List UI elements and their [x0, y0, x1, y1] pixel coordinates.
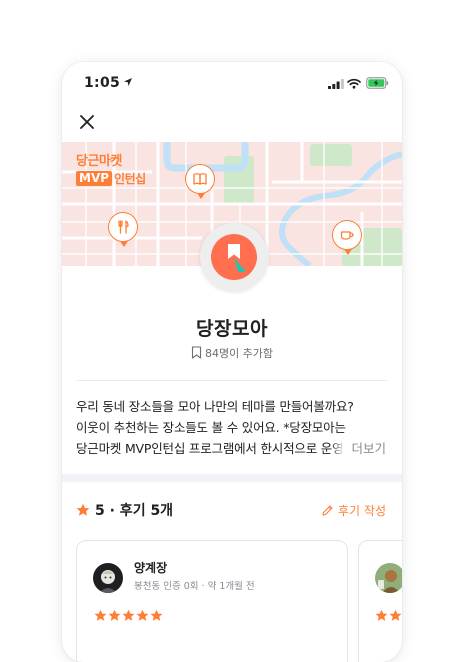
map-pin-restaurant[interactable]	[108, 212, 138, 247]
brand-name: 당근마켓	[76, 154, 122, 169]
pencil-icon	[322, 505, 333, 516]
section-divider	[62, 474, 402, 482]
more-button[interactable]: 더보기	[331, 438, 386, 459]
star-icon	[375, 609, 388, 621]
map-pin-book[interactable]	[185, 164, 215, 199]
rating-summary: 5 · 후기 5개	[76, 500, 173, 520]
reviewer-name: 양계장	[134, 561, 168, 575]
adds-count-label: 84명이 추가함	[204, 347, 274, 360]
fork-knife-icon	[118, 220, 129, 234]
close-button[interactable]	[76, 111, 98, 133]
location-arrow-icon	[124, 78, 132, 86]
description-line: 이웃이 추천하는 장소들도 볼 수 있어요. *당장모아는	[76, 420, 346, 435]
user-avatar-icon	[375, 563, 402, 593]
brand-logo: 당근마켓 MVP 인턴십	[76, 154, 146, 187]
status-bar: 1:05	[62, 62, 402, 104]
user-avatar-icon	[93, 563, 123, 593]
star-icon	[389, 609, 402, 621]
cellular-signal-icon	[328, 79, 344, 89]
reviewer-meta: 봉천동 인증 0회 · 약 1개월 전	[134, 581, 255, 592]
map-pin-cafe[interactable]	[332, 220, 362, 255]
avatar	[375, 563, 402, 593]
bookmark-outline-icon	[191, 346, 202, 359]
wifi-icon	[347, 78, 361, 89]
star-icon	[136, 609, 149, 621]
bookmark-icon	[228, 244, 246, 272]
write-review-label: 후기 작성	[338, 504, 386, 518]
status-time: 1:05	[84, 75, 121, 91]
adds-count: 84명이 추가함	[62, 345, 402, 361]
review-card[interactable]	[358, 540, 402, 662]
battery-charging-icon	[366, 77, 389, 89]
phone-frame: 1:05 당근마켓 MVP 인턴십 당장모아 84명이 추가함 우리 동네 장소…	[62, 62, 402, 662]
star-icon	[76, 503, 90, 516]
star-icon	[108, 609, 121, 621]
coffee-icon	[340, 231, 354, 240]
star-icon	[150, 609, 163, 621]
brand-intern-label: 인턴십	[114, 172, 146, 186]
theme-badge	[200, 223, 268, 291]
review-stars	[375, 609, 402, 622]
book-icon	[193, 173, 207, 185]
brand-mvp-badge: MVP	[76, 171, 113, 186]
avatar	[93, 563, 123, 593]
review-stars	[94, 609, 163, 622]
review-card[interactable]: 양계장 봉천동 인증 0회 · 약 1개월 전	[76, 540, 348, 662]
star-icon	[122, 609, 135, 621]
divider	[76, 380, 388, 381]
rating-summary-label: 5 · 후기 5개	[95, 503, 174, 519]
theme-title: 당장모아	[196, 318, 268, 340]
star-icon	[94, 609, 107, 621]
description-line: 우리 동네 장소들을 모아 나만의 테마를 만들어볼까요?	[76, 399, 354, 414]
write-review-button[interactable]: 후기 작성	[321, 502, 386, 519]
